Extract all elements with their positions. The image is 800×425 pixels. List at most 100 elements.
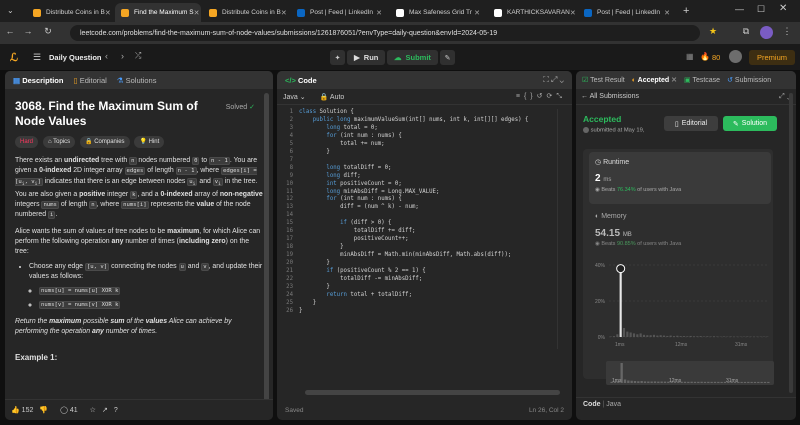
minimize-icon[interactable]: — — [735, 4, 744, 14]
extensions-icon[interactable]: ⧉ — [740, 26, 752, 37]
chart-bar[interactable] — [619, 268, 622, 337]
format-icon[interactable]: ≡ — [516, 93, 524, 100]
profile-avatar[interactable] — [760, 26, 773, 39]
chart-bar[interactable] — [616, 334, 619, 337]
chart-bar[interactable] — [656, 335, 659, 337]
chart-bar[interactable] — [639, 333, 642, 337]
tab-close-icon[interactable]: ✕ — [570, 9, 576, 17]
chart-bar[interactable] — [646, 335, 649, 337]
share-icon[interactable]: ↗ — [102, 406, 108, 414]
browser-tab[interactable]: Distribute Coins in B ✕ — [203, 3, 289, 22]
back-icon[interactable]: ← — [4, 26, 16, 36]
hint-pill[interactable]: 💡 Hint — [134, 136, 165, 149]
language-select[interactable]: Java ⌄ — [283, 93, 306, 101]
notes-icon[interactable]: ✎ — [440, 50, 455, 65]
chart-bar[interactable] — [652, 334, 656, 337]
settings-code-icon[interactable]: ⟳ — [547, 93, 557, 100]
chart-bar[interactable] — [746, 336, 749, 337]
chart-bar[interactable] — [676, 335, 679, 337]
chart-bar[interactable] — [712, 336, 716, 337]
streak-fire-icon[interactable]: 🔥 — [700, 52, 710, 61]
tab-description[interactable]: ▤ Description — [13, 76, 63, 85]
browser-tab[interactable]: Max Safeness Grid Tr ✕ — [390, 3, 486, 22]
chart-bar[interactable] — [682, 336, 686, 337]
help-icon[interactable]: ? — [114, 407, 118, 414]
chart-bar[interactable] — [629, 332, 632, 338]
problem-list-title[interactable]: Daily Question — [49, 53, 102, 62]
topics-pill[interactable]: ⌂ Topics — [42, 136, 76, 149]
runtime-card[interactable]: ◷ Runtime 2 ms ◉ Beats 76.34% of users w… — [589, 152, 771, 204]
next-problem-icon[interactable]: › — [121, 51, 124, 61]
editor-expand-icon[interactable]: ⤡ — [556, 93, 566, 100]
reset-icon[interactable]: ↺ — [537, 93, 547, 100]
new-tab-icon[interactable]: + — [683, 5, 689, 17]
reload-icon[interactable]: ↻ — [42, 26, 54, 37]
code-editor[interactable]: 1 class Solution {2 public long maximumVa… — [277, 109, 562, 329]
chart-bar[interactable] — [662, 335, 666, 337]
browser-menu-icon[interactable]: ⋮ — [781, 26, 793, 37]
runtime-distribution-chart[interactable]: 40% 20% 0% 1ms 12ms 31ms — [589, 257, 774, 369]
like-button[interactable]: 👍 152 — [11, 406, 33, 414]
description-scrollbar[interactable] — [264, 93, 269, 411]
chart-bar[interactable] — [696, 336, 699, 337]
tab-submission[interactable]: ↺ Submission — [727, 76, 771, 84]
tab-close-icon[interactable]: ✕ — [664, 9, 670, 17]
result-expand-icon[interactable]: ⤢ — [779, 93, 785, 100]
tab-search-icon[interactable]: ⌄ — [7, 6, 14, 15]
code-tab[interactable]: </> Code — [285, 76, 317, 85]
chart-bar[interactable] — [679, 336, 682, 337]
dislike-icon[interactable]: 👎 — [39, 406, 48, 414]
companies-pill[interactable]: 🔒 Companies — [80, 136, 130, 149]
layout-icon[interactable]: ▦ — [686, 52, 694, 61]
code-hscrollbar[interactable] — [305, 390, 560, 395]
browser-tab[interactable]: Distribute Coins in B ✕ — [27, 3, 113, 22]
chart-bar[interactable] — [609, 336, 612, 337]
browser-tab[interactable]: Post | Feed | LinkedIn ✕ — [291, 3, 388, 22]
chart-bar[interactable] — [692, 336, 696, 337]
tab-close-icon[interactable]: ✕ — [105, 9, 111, 17]
browser-tab[interactable]: Find the Maximum S ✕ — [115, 3, 201, 22]
tab-accepted[interactable]: ◐ Accepted ✕ — [632, 76, 677, 84]
prev-problem-icon[interactable]: ‹ — [105, 51, 108, 61]
tab-close-icon[interactable]: ✕ — [194, 9, 200, 17]
chart-bar[interactable] — [706, 336, 709, 337]
maximize-icon[interactable]: ☐ — [757, 4, 765, 15]
browser-tab[interactable]: Post | Feed | LinkedIn ✕ — [578, 3, 676, 22]
tab-editorial[interactable]: ▯ Editorial — [73, 76, 106, 85]
browser-tab[interactable]: KARTHICKSAVARAN ✕ — [488, 3, 576, 22]
braces-icon[interactable]: {} — [524, 93, 537, 100]
code-minimap[interactable] — [557, 109, 563, 349]
tab-close-icon[interactable]: ✕ — [281, 9, 287, 17]
debug-icon[interactable]: ✦ — [330, 50, 345, 65]
all-submissions-link[interactable]: ← All Submissions — [581, 93, 639, 100]
difficulty-badge[interactable]: Hard — [15, 136, 39, 149]
forward-icon[interactable]: → — [22, 26, 34, 36]
favorite-icon[interactable]: ☆ — [90, 406, 96, 414]
solution-button[interactable]: ✎ Solution — [723, 116, 777, 131]
editorial-button[interactable]: ▯ Editorial — [664, 116, 718, 131]
chart-bar[interactable] — [722, 336, 726, 337]
fullscreen-icon[interactable]: ⤢ — [551, 75, 557, 84]
runtime-range-slider[interactable]: 1ms 12ms 31ms — [606, 361, 774, 387]
list-icon[interactable]: ☰ — [33, 52, 41, 63]
chart-bar[interactable] — [612, 336, 616, 337]
leetcode-logo-icon[interactable]: ℒ — [10, 51, 20, 64]
chart-bar[interactable] — [636, 334, 639, 337]
chart-bar[interactable] — [632, 333, 636, 337]
chart-bar[interactable] — [649, 335, 652, 337]
submit-button[interactable]: ☁ Submit — [387, 50, 438, 65]
chart-bar[interactable] — [672, 336, 676, 337]
premium-button[interactable]: Premium — [749, 50, 795, 65]
collapse-icon[interactable]: ⌄ — [560, 75, 564, 84]
result-scrollbar[interactable] — [789, 93, 793, 393]
chart-bar[interactable] — [666, 335, 669, 337]
bookmark-icon[interactable]: ★ — [707, 26, 719, 37]
chart-bar[interactable] — [642, 334, 646, 337]
chart-bar[interactable] — [659, 335, 662, 337]
run-button[interactable]: ▶ Run — [347, 50, 386, 65]
user-avatar[interactable] — [729, 50, 742, 63]
expand-icon[interactable]: ⛶ — [543, 75, 549, 84]
tab-solutions[interactable]: ⚗ Solutions — [117, 76, 157, 85]
chart-bar[interactable] — [669, 335, 672, 337]
tab-testcase[interactable]: ▣ Testcase — [684, 76, 720, 84]
